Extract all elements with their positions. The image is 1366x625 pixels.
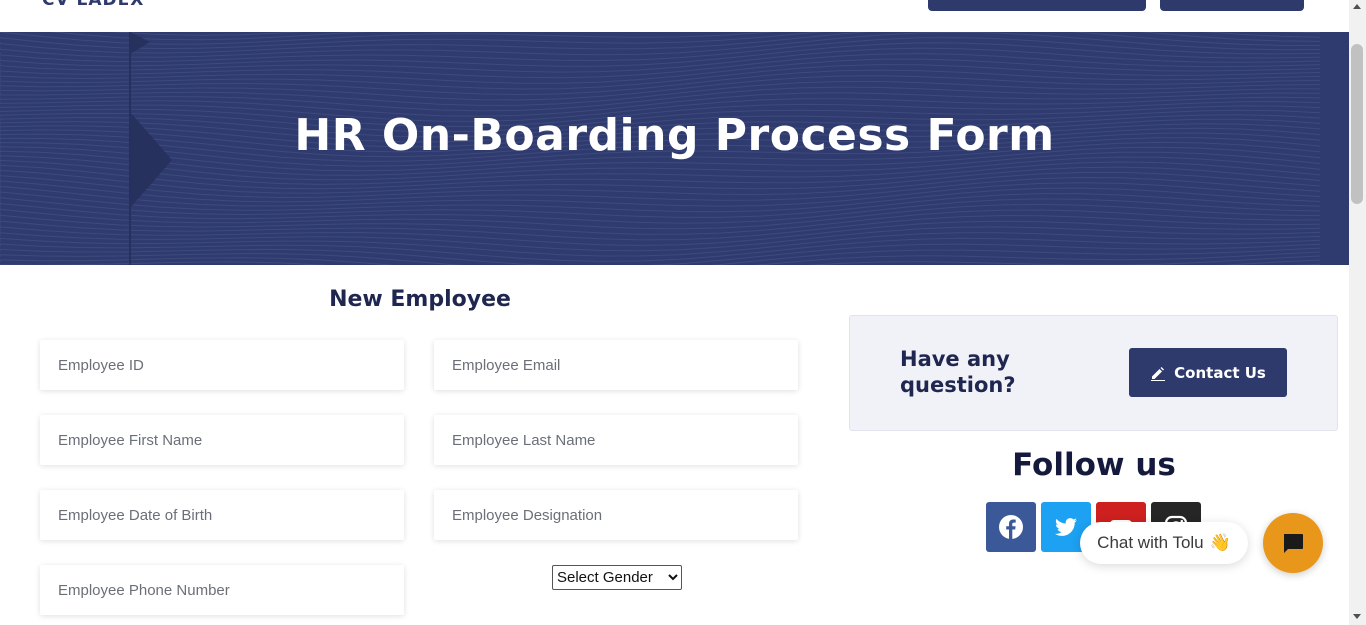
gender-select[interactable]: Select Gender (552, 565, 682, 590)
twitter-icon (1055, 518, 1077, 536)
question-card: Have any question? Contact Us (849, 315, 1338, 431)
waving-hand-icon: 👋 (1209, 533, 1231, 552)
page: CV LADEX HR On-Boarding Process Form New… (0, 0, 1366, 625)
pencil-icon (1151, 366, 1166, 381)
question-text: Have any question? (900, 347, 1016, 397)
site-logo[interactable]: CV LADEX (42, 0, 144, 10)
follow-us-heading: Follow us (1012, 447, 1176, 483)
top-navigation: CV LADEX (0, 0, 1349, 32)
last-name-input[interactable] (434, 415, 798, 465)
facebook-link[interactable] (986, 502, 1036, 552)
form-heading: New Employee (329, 287, 511, 312)
nav-button-secondary[interactable] (1160, 0, 1304, 11)
hero-banner: HR On-Boarding Process Form (0, 32, 1349, 265)
employee-email-input[interactable] (434, 340, 798, 390)
employee-id-input[interactable] (40, 340, 404, 390)
nav-button-primary[interactable] (928, 0, 1146, 11)
chat-icon (1284, 534, 1303, 553)
chat-greeting-text: Chat with Tolu (1097, 533, 1204, 552)
contact-us-label: Contact Us (1174, 363, 1266, 382)
scroll-down-arrow-icon[interactable] (1353, 614, 1361, 619)
page-scrollbar[interactable] (1349, 0, 1366, 625)
contact-us-button[interactable]: Contact Us (1129, 348, 1287, 397)
phone-number-input[interactable] (40, 565, 404, 615)
scroll-up-arrow-icon[interactable] (1353, 4, 1361, 9)
chat-greeting-bubble[interactable]: Chat with Tolu 👋 (1080, 522, 1248, 564)
first-name-input[interactable] (40, 415, 404, 465)
chat-launcher-button[interactable] (1263, 513, 1323, 573)
designation-input[interactable] (434, 490, 798, 540)
date-of-birth-input[interactable] (40, 490, 404, 540)
page-title: HR On-Boarding Process Form (294, 110, 1055, 161)
scrollbar-thumb[interactable] (1351, 44, 1363, 204)
facebook-icon (999, 515, 1023, 539)
